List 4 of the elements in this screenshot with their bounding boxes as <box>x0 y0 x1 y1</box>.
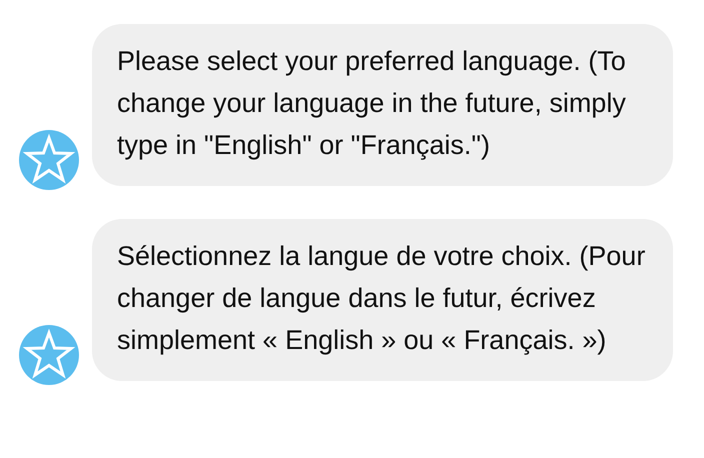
star-avatar-icon <box>19 325 79 385</box>
star-avatar-icon <box>19 130 79 190</box>
message-text: Please select your preferred language. (To change your language in the future, simply type in "English" or "Français.") <box>117 45 627 162</box>
message-text: Sélectionnez la langue de votre choix. (Pour changer de langue dans le futur, écrivez simplement « English » ou « Français. ») <box>117 240 646 357</box>
